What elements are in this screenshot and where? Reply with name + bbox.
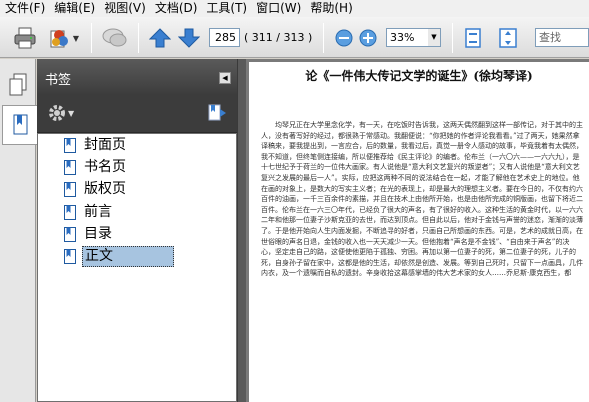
- bookmarks-title: 书签: [45, 73, 72, 88]
- arrow-up-icon: [149, 28, 171, 48]
- expand-bookmark-button[interactable]: [207, 103, 227, 126]
- print-button[interactable]: [10, 24, 40, 52]
- menu-document[interactable]: 文档(D): [150, 0, 202, 17]
- options-button[interactable]: ▼: [47, 103, 74, 123]
- zoom-out-icon: [335, 29, 353, 47]
- bookmark-label: 封面页: [84, 137, 126, 153]
- menu-view[interactable]: 视图(V): [99, 0, 150, 17]
- previous-page-button[interactable]: [147, 24, 173, 52]
- toolbar: ▼ 285 ( 311 / 313 ) 33% ▼ 查找: [0, 17, 589, 58]
- toolbar-divider: [138, 23, 139, 53]
- share-icon: [50, 30, 68, 48]
- bookmark-item-selected[interactable]: 正文: [64, 246, 174, 267]
- fit-width-button[interactable]: [495, 24, 521, 52]
- bookmarks-panel: 书签 ◀ ▼ 封面页 书名页 版权页 前言 目录 正文: [37, 59, 237, 402]
- navigation-strip: [0, 59, 37, 402]
- document-page: 论《一件伟大传记文学的诞生》(徐均琴译) 均琴兄正在大学里念化学，有一天，在吃饭…: [249, 62, 589, 402]
- bookmark-label: 书名页: [84, 159, 126, 175]
- next-page-button[interactable]: [176, 24, 202, 52]
- bookmark-icon: [64, 182, 76, 197]
- bookmark-label: 目录: [84, 226, 112, 242]
- toolbar-divider: [323, 23, 324, 53]
- fit-page-icon: [465, 28, 481, 48]
- expand-bookmark-icon: [208, 104, 226, 121]
- bookmark-icon: [64, 160, 76, 175]
- toolbar-divider: [452, 23, 453, 53]
- bookmark-item[interactable]: 版权页: [64, 180, 128, 199]
- bookmark-item[interactable]: 书名页: [64, 158, 128, 177]
- comment-icon: [102, 28, 127, 47]
- pages-icon: [9, 73, 27, 96]
- pages-panel-button[interactable]: [2, 65, 34, 105]
- bookmark-item[interactable]: 封面页: [64, 136, 128, 155]
- menu-file[interactable]: 文件(F): [0, 0, 49, 17]
- comment-button[interactable]: [100, 24, 130, 52]
- page-count: ( 311 / 313 ): [244, 31, 313, 44]
- bookmarks-toolbar: ▼: [37, 95, 237, 133]
- panel-splitter[interactable]: [237, 59, 246, 402]
- document-body: 均琴兄正在大学里念化学，有一天，在吃饭时告诉我，这两天偶然翻到这样一部传记，对于…: [261, 121, 583, 278]
- zoom-value: 33%: [390, 31, 415, 44]
- toolbar-divider: [91, 23, 92, 53]
- document-title: 论《一件伟大传记文学的诞生》(徐均琴译): [305, 69, 533, 83]
- menu-help[interactable]: 帮助(H): [305, 0, 356, 17]
- bookmark-icon: [64, 249, 76, 264]
- gear-icon: [49, 105, 65, 121]
- bookmark-icon: [64, 138, 76, 153]
- bookmark-item[interactable]: 前言: [64, 203, 114, 222]
- bookmark-icon: [13, 114, 28, 135]
- arrow-down-icon: [178, 28, 200, 48]
- bookmark-icon: [64, 227, 76, 242]
- chevron-down-icon: ▼: [68, 108, 75, 118]
- zoom-in-icon: [359, 29, 377, 47]
- menu-window[interactable]: 窗口(W): [251, 0, 305, 17]
- bookmark-icon: [64, 205, 76, 220]
- create-pdf-button[interactable]: ▼: [46, 24, 80, 52]
- bookmarks-header: 书签 ◀: [37, 59, 237, 95]
- printer-icon: [14, 27, 36, 49]
- zoom-select[interactable]: 33% ▼: [386, 28, 441, 47]
- zoom-in-button[interactable]: [357, 24, 379, 52]
- zoom-out-button[interactable]: [333, 24, 355, 52]
- page-number-input[interactable]: 285: [209, 28, 240, 47]
- bookmarks-panel-button[interactable]: [2, 105, 37, 145]
- menu-edit[interactable]: 编辑(E): [49, 0, 99, 17]
- bookmark-label: 正文: [82, 246, 174, 267]
- bookmark-label: 前言: [84, 204, 112, 220]
- chevron-down-icon[interactable]: ▼: [428, 29, 440, 46]
- search-input[interactable]: 查找: [535, 28, 589, 47]
- menu-tools[interactable]: 工具(T): [201, 0, 251, 17]
- bookmark-label: 版权页: [84, 181, 126, 197]
- fit-page-button[interactable]: [460, 24, 486, 52]
- bookmark-item[interactable]: 目录: [64, 225, 114, 244]
- collapse-panel-button[interactable]: ◀: [219, 72, 231, 84]
- bookmarks-list: 封面页 书名页 版权页 前言 目录 正文: [37, 133, 237, 402]
- fit-width-icon: [499, 28, 517, 48]
- chevron-down-icon: ▼: [72, 33, 80, 43]
- menu-bar: 文件(F) 编辑(E) 视图(V) 文档(D) 工具(T) 窗口(W) 帮助(H…: [0, 0, 589, 17]
